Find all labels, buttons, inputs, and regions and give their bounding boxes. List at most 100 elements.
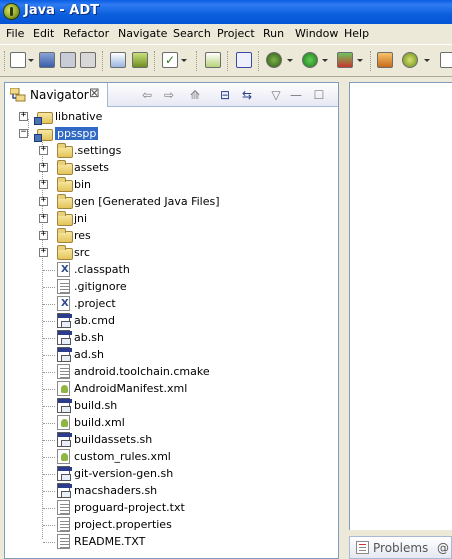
tree-item-label[interactable]: macshaders.sh: [74, 484, 157, 497]
collapse-all-icon[interactable]: ⊟: [218, 88, 232, 102]
tree-file-row[interactable]: README.TXT: [5, 534, 338, 550]
new-icon[interactable]: [10, 52, 26, 68]
expand-icon[interactable]: +: [39, 229, 48, 240]
menu-file[interactable]: File: [6, 27, 24, 40]
tree-item-label[interactable]: jni: [74, 212, 87, 225]
toolbar-grip[interactable]: [154, 51, 157, 71]
expand-icon[interactable]: +: [39, 212, 48, 223]
tab-navigator[interactable]: Navigator ⊠: [5, 83, 108, 107]
tree-file-row[interactable]: build.sh: [5, 398, 338, 414]
tree-folder-row[interactable]: + libnative: [5, 109, 338, 125]
tree-file-row[interactable]: custom_rules.xml: [5, 449, 338, 465]
tree-file-row[interactable]: .project: [5, 296, 338, 312]
view-menu-icon[interactable]: ▽: [269, 88, 283, 102]
toolbar-grip[interactable]: [102, 51, 105, 71]
menu-refactor[interactable]: Refactor: [63, 27, 109, 40]
refresh-icon[interactable]: [402, 52, 418, 68]
menu-run[interactable]: Run: [263, 27, 284, 40]
javadoc-tab-label[interactable]: @: [437, 541, 449, 555]
maximize-icon[interactable]: ☐: [312, 88, 326, 102]
tree-file-row[interactable]: git-version-gen.sh: [5, 466, 338, 482]
tree-file-row[interactable]: AndroidManifest.xml: [5, 381, 338, 397]
expand-icon[interactable]: +: [39, 178, 48, 189]
run-dropdown-arrow[interactable]: [322, 59, 328, 62]
checkbox-dropdown-arrow[interactable]: [181, 59, 187, 62]
tree-item-label[interactable]: buildassets.sh: [74, 433, 152, 446]
expand-icon[interactable]: +: [19, 110, 28, 121]
tree-file-row[interactable]: macshaders.sh: [5, 483, 338, 499]
tree-item-label[interactable]: .classpath: [74, 263, 130, 276]
expand-icon[interactable]: +: [39, 161, 48, 172]
toolbar-grip[interactable]: [258, 51, 261, 71]
tree-item-label[interactable]: .project: [74, 297, 116, 310]
menu-project[interactable]: Project: [217, 27, 255, 40]
tree-folder-row[interactable]: + assets: [5, 160, 338, 176]
expand-icon[interactable]: +: [39, 195, 48, 206]
tree-folder-row[interactable]: − ppsspp: [5, 126, 338, 142]
collapse-icon[interactable]: −: [19, 127, 28, 138]
tree-folder-row[interactable]: + res: [5, 228, 338, 244]
tab-problems[interactable]: Problems @: [349, 536, 452, 559]
external-tools-icon[interactable]: [337, 52, 353, 68]
tree-item-label[interactable]: AndroidManifest.xml: [74, 382, 187, 395]
editor-area[interactable]: [349, 82, 452, 530]
new-java-class-icon[interactable]: [377, 52, 393, 68]
tree-file-row[interactable]: project.properties: [5, 517, 338, 533]
menu-window[interactable]: Window: [295, 27, 338, 40]
new-dropdown-arrow[interactable]: [28, 59, 34, 62]
debug-dropdown-arrow[interactable]: [287, 59, 293, 62]
tree-item-label[interactable]: android.toolchain.cmake: [74, 365, 210, 378]
tree-item-label[interactable]: libnative: [55, 110, 102, 123]
refresh-dropdown-arrow[interactable]: [424, 59, 430, 62]
tree-file-row[interactable]: .gitignore: [5, 279, 338, 295]
overflow-icon[interactable]: [440, 52, 452, 68]
expand-icon[interactable]: +: [39, 246, 48, 257]
tree-item-label[interactable]: gen [Generated Java Files]: [74, 195, 220, 208]
expand-icon[interactable]: +: [39, 144, 48, 155]
forward-icon[interactable]: ⇨: [162, 88, 176, 102]
toolbar-grip[interactable]: [370, 51, 373, 71]
debug-icon[interactable]: [266, 52, 282, 68]
tree-item-label[interactable]: custom_rules.xml: [74, 450, 171, 463]
tree-file-row[interactable]: android.toolchain.cmake: [5, 364, 338, 380]
save-icon[interactable]: [39, 52, 55, 68]
tree-item-label[interactable]: src: [74, 246, 90, 259]
menu-edit[interactable]: Edit: [33, 27, 54, 40]
run-icon[interactable]: [302, 52, 318, 68]
tree-item-label[interactable]: README.TXT: [74, 535, 145, 548]
checkbox-icon[interactable]: ✓: [162, 52, 178, 68]
print-icon[interactable]: [80, 52, 96, 68]
save-all-icon[interactable]: [60, 52, 76, 68]
minimize-icon[interactable]: —: [289, 88, 303, 102]
back-icon[interactable]: ⇦: [140, 88, 154, 102]
tree-folder-row[interactable]: + bin: [5, 177, 338, 193]
lint-icon[interactable]: [236, 52, 252, 68]
up-icon[interactable]: ⟰: [188, 88, 202, 102]
toolbar-grip[interactable]: [4, 51, 7, 71]
tree-item-label[interactable]: .settings: [74, 144, 121, 157]
tree-item-label[interactable]: res: [74, 229, 91, 242]
import-icon[interactable]: [110, 52, 126, 68]
android-avd-icon[interactable]: [205, 52, 221, 68]
tree-item-label[interactable]: ab.sh: [74, 331, 104, 344]
tree-item-label[interactable]: project.properties: [74, 518, 172, 531]
toolbar-grip[interactable]: [196, 51, 199, 71]
tree-file-row[interactable]: build.xml: [5, 415, 338, 431]
tree-item-label[interactable]: ab.cmd: [74, 314, 115, 327]
title-bar[interactable]: Java - ADT: [0, 0, 452, 24]
tree-file-row[interactable]: buildassets.sh: [5, 432, 338, 448]
tree-folder-row[interactable]: + src: [5, 245, 338, 261]
tree-item-label[interactable]: bin: [74, 178, 91, 191]
external-tools-dropdown-arrow[interactable]: [357, 59, 363, 62]
android-sdk-icon[interactable]: [132, 52, 148, 68]
tree-item-label[interactable]: git-version-gen.sh: [74, 467, 173, 480]
menu-search[interactable]: Search: [173, 27, 211, 40]
tree-item-label[interactable]: build.sh: [74, 399, 117, 412]
tree-file-row[interactable]: proguard-project.txt: [5, 500, 338, 516]
tree-file-row[interactable]: ab.cmd: [5, 313, 338, 329]
tree-folder-row[interactable]: + jni: [5, 211, 338, 227]
tree-item-label[interactable]: proguard-project.txt: [74, 501, 185, 514]
tree-file-row[interactable]: .classpath: [5, 262, 338, 278]
tree-item-label[interactable]: assets: [74, 161, 109, 174]
tree-file-row[interactable]: ab.sh: [5, 330, 338, 346]
